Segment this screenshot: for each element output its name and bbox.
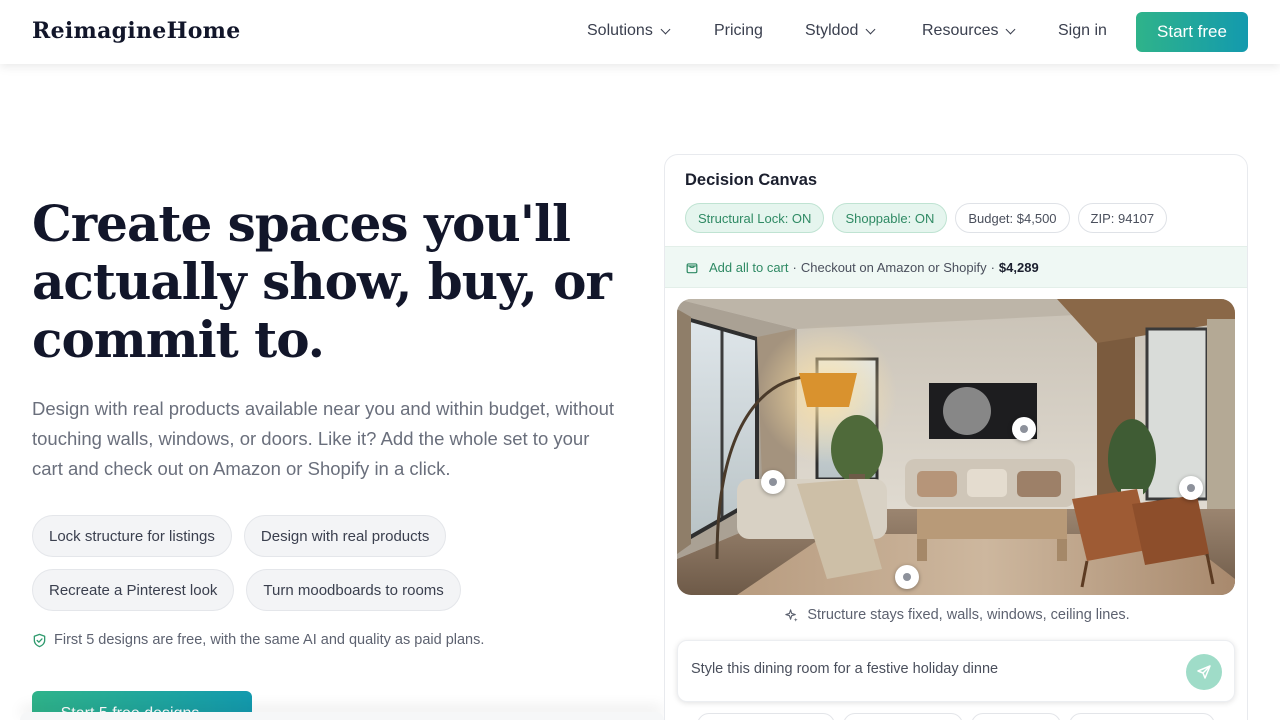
canvas-status-pills: Structural Lock: ON Shoppable: ON Budget… bbox=[685, 203, 1168, 233]
product-hotspot-rug[interactable] bbox=[895, 565, 919, 589]
cart-total: $4,289 bbox=[998, 259, 1039, 275]
living-room-illustration bbox=[677, 299, 1235, 595]
send-button[interactable] bbox=[1186, 654, 1222, 690]
style-prompt-input[interactable]: Style this dining room for a festive hol… bbox=[677, 640, 1235, 702]
chip-pinterest-look[interactable]: Recreate a Pinterest look bbox=[32, 569, 235, 611]
sign-in-link[interactable]: Sign in bbox=[1058, 22, 1107, 40]
add-all-to-cart-link[interactable]: Add all to cart bbox=[709, 260, 789, 275]
chip-lock-structure[interactable]: Lock structure for listings bbox=[32, 515, 232, 557]
shield-check-icon bbox=[33, 633, 46, 647]
budget-pill[interactable]: Budget: $4,500 bbox=[955, 203, 1070, 233]
use-case-chips: Lock structure for listings Design with … bbox=[32, 515, 532, 611]
structure-note: Structure stays fixed, walls, windows, c… bbox=[665, 607, 1247, 623]
hero-title: Create spaces you'll actually show, buy,… bbox=[32, 194, 612, 369]
shoppable-pill[interactable]: Shoppable: ON bbox=[832, 203, 948, 233]
suggestion-chip[interactable] bbox=[697, 713, 835, 720]
chevron-down-icon bbox=[1006, 24, 1016, 34]
suggestion-chip[interactable] bbox=[843, 713, 963, 720]
nav-styldod-label: Styldod bbox=[805, 22, 859, 39]
suggestion-chip[interactable] bbox=[1069, 713, 1215, 720]
separator-dot: · bbox=[990, 259, 995, 275]
separator-dot: · bbox=[792, 259, 797, 275]
start-free-button[interactable]: Start free bbox=[1136, 12, 1248, 52]
product-hotspot-leather-chair[interactable] bbox=[1179, 476, 1203, 500]
nav-solutions[interactable]: Solutions bbox=[587, 22, 671, 40]
sign-in-label: Sign in bbox=[1058, 22, 1107, 39]
product-hotspot-armchair[interactable] bbox=[761, 470, 785, 494]
free-note-text: First 5 designs are free, with the same … bbox=[54, 632, 485, 648]
structural-lock-pill[interactable]: Structural Lock: ON bbox=[685, 203, 825, 233]
sparkles-icon bbox=[785, 608, 798, 622]
nav-pricing[interactable]: Pricing bbox=[714, 22, 763, 40]
bottom-panel-edge bbox=[20, 712, 664, 720]
chevron-down-icon bbox=[865, 24, 876, 34]
top-navigation: ReimagineHome Solutions Pricing Styldod … bbox=[0, 0, 1280, 64]
chip-real-products[interactable]: Design with real products bbox=[243, 515, 447, 557]
prompt-text[interactable]: Style this dining room for a festive hol… bbox=[691, 661, 1171, 677]
brand-logo[interactable]: ReimagineHome bbox=[32, 18, 241, 44]
decision-canvas-card: Decision Canvas Structural Lock: ON Shop… bbox=[664, 154, 1248, 720]
shopping-bag-icon bbox=[686, 263, 698, 274]
structure-note-text: Structure stays fixed, walls, windows, c… bbox=[807, 607, 1130, 623]
chevron-down-icon bbox=[660, 24, 671, 34]
checkout-text: Checkout on Amazon or Shopify bbox=[800, 259, 987, 275]
hero-subtitle: Design with real products available near… bbox=[32, 398, 615, 479]
free-designs-note: First 5 designs are free, with the same … bbox=[32, 632, 484, 648]
cart-bar: Add all to cart · Checkout on Amazon or … bbox=[665, 246, 1247, 288]
zip-pill[interactable]: ZIP: 94107 bbox=[1077, 203, 1168, 233]
nav-resources-label: Resources bbox=[922, 22, 999, 39]
room-render-image bbox=[677, 299, 1235, 595]
send-icon bbox=[1197, 665, 1211, 679]
nav-styldod[interactable]: Styldod bbox=[805, 22, 876, 40]
chip-moodboards[interactable]: Turn moodboards to rooms bbox=[246, 569, 461, 611]
product-hotspot-artwork[interactable] bbox=[1012, 417, 1036, 441]
nav-pricing-label: Pricing bbox=[714, 22, 763, 39]
suggestion-chip[interactable] bbox=[971, 713, 1061, 720]
canvas-title: Decision Canvas bbox=[685, 171, 818, 189]
nav-solutions-label: Solutions bbox=[587, 22, 653, 39]
nav-resources[interactable]: Resources bbox=[922, 22, 1016, 40]
